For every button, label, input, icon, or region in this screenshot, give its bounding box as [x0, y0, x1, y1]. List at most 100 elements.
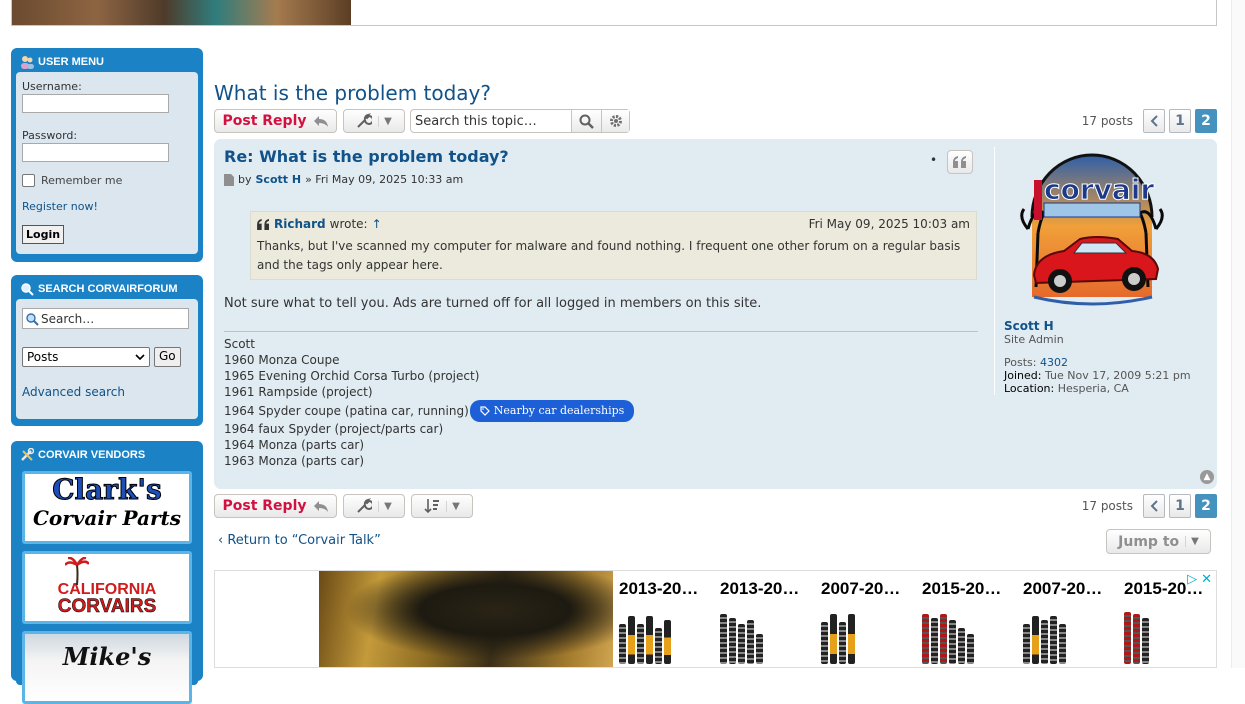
post-reply-button[interactable]: Post Reply — [214, 109, 337, 133]
profile-rank: Site Admin — [1004, 333, 1064, 346]
signature-divider — [224, 331, 978, 332]
go-button[interactable]: Go — [154, 347, 181, 367]
bullet: • — [930, 153, 938, 167]
post-subject[interactable]: Re: What is the problem today? — [224, 147, 509, 166]
gear-icon — [609, 115, 622, 127]
return-to-forum-link[interactable]: ‹ Return to “Corvair Talk” — [218, 533, 381, 548]
ad-product-title: 2007-20… — [1023, 579, 1103, 598]
chevron-down-icon: ▼ — [378, 500, 392, 512]
shock-absorber-image — [1124, 609, 1207, 664]
vendor-california-corvairs[interactable]: CALIFORNIA CORVAIRS — [22, 551, 192, 624]
topic-tools-button[interactable]: ▼ — [343, 109, 405, 133]
ad-image[interactable] — [319, 571, 613, 667]
remember-me[interactable]: Remember me — [22, 174, 198, 187]
post: Re: What is the problem today? by Scott … — [214, 139, 1217, 489]
page-1-button[interactable]: 1 — [1169, 494, 1191, 518]
post-date: » Fri May 09, 2025 10:33 am — [305, 173, 464, 186]
topic-search-button[interactable] — [571, 110, 601, 132]
prev-page-button[interactable] — [1143, 109, 1165, 133]
sidebar-search-input[interactable]: Search… — [22, 308, 189, 329]
ad-product[interactable]: 2007-20… — [1023, 579, 1106, 664]
login-button[interactable]: Login — [22, 225, 65, 244]
quote-date: Fri May 09, 2025 10:03 am — [808, 217, 970, 231]
wrench-icon — [357, 498, 373, 513]
advanced-search-button[interactable] — [601, 110, 629, 132]
ad-product[interactable]: 2013-20… — [720, 579, 803, 664]
back-to-top-icon[interactable]: ▲ — [1200, 470, 1214, 484]
page-2-button[interactable]: 2 — [1195, 494, 1217, 518]
signature-line: 1960 Monza Coupe — [224, 353, 340, 367]
post-reply-button[interactable]: Post Reply — [214, 494, 337, 518]
chevron-down-icon: ▼ — [446, 500, 460, 512]
post-reply-label: Post Reply — [222, 113, 307, 129]
vendor-clarks[interactable]: Clark's Corvair Parts — [22, 471, 192, 544]
banner-image — [12, 0, 351, 25]
vendors-panel: Corvair Vendors Clark's Corvair Parts CA… — [11, 441, 203, 704]
vendors-panel-title-text: Corvair Vendors — [38, 449, 146, 461]
ad-product[interactable]: 2007-20… — [821, 579, 904, 664]
page-1-button[interactable]: 1 — [1169, 109, 1191, 133]
shock-absorber-image — [1023, 609, 1106, 664]
password-input[interactable] — [22, 143, 169, 162]
prev-page-button[interactable] — [1143, 494, 1165, 518]
username-label: Username: — [22, 80, 82, 93]
signature-line: 1964 Spyder coupe (patina car, running) — [224, 403, 469, 418]
ad-product[interactable]: 2013-20… — [619, 579, 702, 664]
nearby-dealerships-badge[interactable]: Nearby car dealerships — [469, 399, 635, 422]
quote-button[interactable] — [947, 150, 973, 174]
signature-line: 1963 Monza (parts car) — [224, 454, 365, 468]
profile-posts-label: Posts: — [1004, 356, 1037, 369]
post-count: 17 posts — [1081, 499, 1133, 513]
quote-author[interactable]: Richard — [274, 217, 326, 231]
user-menu-title: User Menu — [16, 52, 198, 72]
pagination-top: 17 posts 1 2 — [1082, 109, 1217, 133]
reply-icon — [313, 115, 328, 127]
search-icon — [26, 312, 39, 326]
avatar[interactable]: corvair — [1014, 147, 1170, 307]
topic-tools-button[interactable]: ▼ — [343, 494, 405, 518]
ad-product[interactable]: 2015-20… — [1124, 579, 1207, 664]
user-menu-body: Username: Password: Remember me Register… — [16, 72, 198, 254]
vendor-clarks-line1: Clark's — [52, 473, 163, 506]
profile-joined-label: Joined: — [1004, 369, 1042, 382]
reply-icon — [313, 500, 328, 512]
ad-product[interactable]: 2015-20… — [922, 579, 1005, 664]
ad-product-title: 2015-20… — [1124, 579, 1204, 598]
signature-line-with-badge: 1964 Spyder coupe (patina car, running) … — [224, 399, 635, 422]
quote-icon — [953, 156, 966, 168]
remember-checkbox[interactable] — [22, 174, 35, 187]
action-bar-top: Post Reply ▼ Search this topic… 17 posts… — [214, 109, 1217, 134]
post-by-label: by — [238, 173, 252, 186]
profile-name[interactable]: Scott H — [1004, 319, 1209, 333]
signature-line: Scott — [224, 337, 255, 351]
return-to-forum-label: Return to “Corvair Talk” — [227, 533, 381, 548]
quote-source-link[interactable]: ↑ — [372, 217, 382, 231]
profile-posts-link[interactable]: 4302 — [1040, 356, 1068, 369]
topic-search[interactable]: Search this topic… — [410, 109, 630, 133]
jump-to-button[interactable]: Jump to ▼ — [1106, 529, 1211, 554]
page-title[interactable]: What is the problem today? — [214, 81, 491, 105]
user-menu-panel: User Menu Username: Password: Remember m… — [11, 48, 203, 262]
advertisement[interactable]: ▷ ✕ 2013-20… 2013-20… 2007-20… 2015-20… … — [214, 570, 1217, 668]
post-author-link[interactable]: Scott H — [256, 173, 302, 186]
profile-posts: Posts: 4302 — [1004, 356, 1209, 369]
sidebar-search-placeholder: Search… — [41, 311, 95, 326]
advanced-search-link[interactable]: Advanced search — [22, 385, 198, 399]
search-type-value: Posts — [27, 350, 59, 364]
username-input[interactable] — [22, 94, 169, 113]
corvair-logo-icon: corvair — [1020, 153, 1164, 306]
scrollbar[interactable] — [1231, 0, 1245, 668]
sort-options-button[interactable]: ▼ — [411, 494, 473, 518]
topic-search-input[interactable]: Search this topic… — [411, 110, 571, 132]
register-link[interactable]: Register now! — [22, 200, 198, 213]
signature-line: 1961 Rampside (project) — [224, 385, 373, 399]
jump-to-label: Jump to — [1118, 533, 1180, 550]
quote-block: Richard wrote: ↑ Fri May 09, 2025 10:03 … — [250, 211, 977, 280]
chevron-down-icon: ▼ — [378, 115, 392, 127]
signature: Scott 1960 Monza Coupe 1965 Evening Orch… — [224, 336, 635, 469]
profile-joined-value: Tue Nov 17, 2009 5:21 pm — [1044, 369, 1191, 382]
quote-header: Richard wrote: ↑ — [257, 217, 382, 231]
page-2-button[interactable]: 2 — [1195, 109, 1217, 133]
magnifier-icon — [21, 283, 34, 296]
search-type-select[interactable]: Posts — [22, 347, 150, 367]
